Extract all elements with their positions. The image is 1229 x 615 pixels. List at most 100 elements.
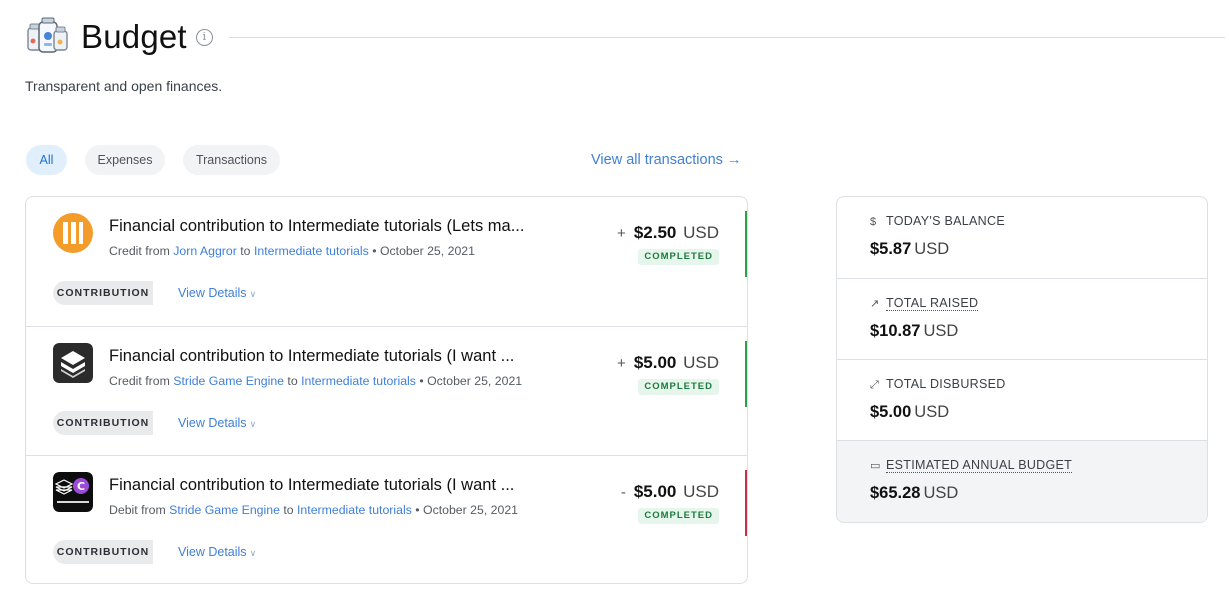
transaction-from-word: from [145,244,170,258]
transaction-from-link[interactable]: Stride Game Engine [173,374,284,388]
stat-value: $5.87 USD [870,240,949,259]
transaction-date: October 25, 2021 [423,503,519,517]
stat-estimated-annual-budget: ▭ ESTIMATED ANNUAL BUDGET $65.28 USD [837,440,1207,522]
contributor-avatar[interactable] [53,343,93,383]
amount-value: $5.00 [633,482,677,501]
view-details-label: View Details [178,416,247,430]
transaction-date: October 25, 2021 [379,244,475,258]
stat-amount: $65.28 [870,484,921,502]
transaction-meta: Debit from Stride Game Engine to Interme… [109,503,518,517]
view-details-button[interactable]: View Details ∨ [178,286,256,300]
amount-sign: - [620,484,626,501]
svg-text:C: C [77,480,85,493]
status-badge: COMPLETED [638,249,719,265]
stat-label: $ TODAY'S BALANCE [870,214,1005,228]
stat-amount: $5.00 [870,403,912,421]
stat-value: $5.00 USD [870,403,949,422]
page-subtitle: Transparent and open finances. [25,78,223,94]
stride-layers-logo-icon [53,343,93,383]
transaction-to-link[interactable]: Intermediate tutorials [297,503,412,517]
trend-icon: ↗ [870,298,880,310]
transaction-kind: Credit [109,244,142,258]
stat-currency: USD [914,240,950,258]
amount-currency: USD [683,482,719,501]
transaction-meta: Credit from Stride Game Engine to Interm… [109,374,522,388]
transaction-to-link[interactable]: Intermediate tutorials [301,374,416,388]
stat-value: $65.28 USD [870,484,958,503]
transaction-separator: • [419,374,424,388]
transaction-kind: Credit [109,374,142,388]
filter-tab-expenses[interactable]: Expenses [85,145,165,175]
transaction-amount: - $5.00 USD [621,482,719,502]
expand-icon: ⤢ [870,379,880,391]
filter-tab-all[interactable]: All [26,145,67,175]
status-badge: COMPLETED [638,508,719,524]
view-all-transactions-link[interactable]: View all transactions → [591,152,741,168]
budget-jars-icon [25,14,71,60]
header-divider [228,36,1225,38]
transaction-from-word: from [141,503,166,517]
stat-todays-balance: $ TODAY'S BALANCE $5.87 USD [837,197,1207,278]
amount-currency: USD [683,223,719,242]
contribution-tag: CONTRIBUTION [53,411,153,435]
calendar-icon: ▭ [870,460,881,472]
stat-label-text[interactable]: TOTAL RAISED [886,296,979,311]
transaction-from-link[interactable]: Jorn Aggror [173,244,237,258]
transaction-from-word: from [145,374,170,388]
intermediate-csharp-logo-icon: C [53,472,93,512]
transaction-to-word: to [240,244,251,258]
transaction-title: Financial contribution to Intermediate t… [109,476,515,494]
transaction-from-link[interactable]: Stride Game Engine [169,503,280,517]
transaction-title: Financial contribution to Intermediate t… [109,217,525,235]
transaction-separator: • [415,503,420,517]
chevron-down-icon: ∨ [249,289,257,299]
transaction-row: Financial contribution to Intermediate t… [26,326,747,455]
amount-sign: + [617,355,626,372]
stat-amount: $10.87 [870,322,921,340]
stat-label: ↗ TOTAL RAISED [870,296,979,311]
contributor-avatar[interactable]: C [53,472,93,512]
stat-total-disbursed: ⤢ TOTAL DISBURSED $5.00 USD [837,359,1207,440]
stat-currency: USD [914,403,950,421]
amount-currency: USD [683,353,719,372]
stat-label-text: TOTAL DISBURSED [886,377,1006,391]
stat-label: ▭ ESTIMATED ANNUAL BUDGET [870,458,1073,473]
contributor-avatar[interactable] [53,213,93,253]
info-icon[interactable]: i [195,28,213,46]
transaction-title: Financial contribution to Intermediate t… [109,347,515,365]
amount-sign: + [617,225,626,242]
debit-accent-bar [745,470,747,536]
stat-label-text[interactable]: ESTIMATED ANNUAL BUDGET [886,458,1073,473]
transaction-kind: Debit [109,503,138,517]
dollar-icon: $ [870,216,877,228]
transaction-to-word: to [287,374,298,388]
transaction-to-link[interactable]: Intermediate tutorials [254,244,369,258]
view-details-label: View Details [178,545,247,559]
page-title: Budget [81,18,187,55]
transaction-to-word: to [283,503,294,517]
transaction-amount: + $5.00 USD [617,353,719,373]
contribution-tag: CONTRIBUTION [53,540,153,564]
stat-label-text: TODAY'S BALANCE [886,214,1005,228]
stat-currency: USD [923,322,959,340]
stat-currency: USD [923,484,959,502]
stat-label: ⤢ TOTAL DISBURSED [870,377,1006,392]
transaction-amount: + $2.50 USD [617,223,719,243]
filter-tab-transactions[interactable]: Transactions [183,145,280,175]
transaction-separator: • [372,244,377,258]
orange-circle-logo-icon [53,213,93,253]
stat-amount: $5.87 [870,240,912,258]
view-details-button[interactable]: View Details ∨ [178,545,256,559]
page-header: Budget i [25,14,1225,60]
stat-value: $10.87 USD [870,322,958,341]
credit-accent-bar [745,341,747,407]
credit-accent-bar [745,211,747,277]
view-details-button[interactable]: View Details ∨ [178,416,256,430]
amount-value: $2.50 [633,223,677,242]
transaction-meta: Credit from Jorn Aggror to Intermediate … [109,244,475,258]
budget-stats-panel: $ TODAY'S BALANCE $5.87 USD ↗ TOTAL RAISED … [836,196,1208,523]
view-details-label: View Details [178,286,247,300]
transaction-row: C Financial contribution to Intermediate… [26,455,747,583]
stat-total-raised: ↗ TOTAL RAISED $10.87 USD [837,278,1207,359]
chevron-down-icon: ∨ [249,548,257,558]
